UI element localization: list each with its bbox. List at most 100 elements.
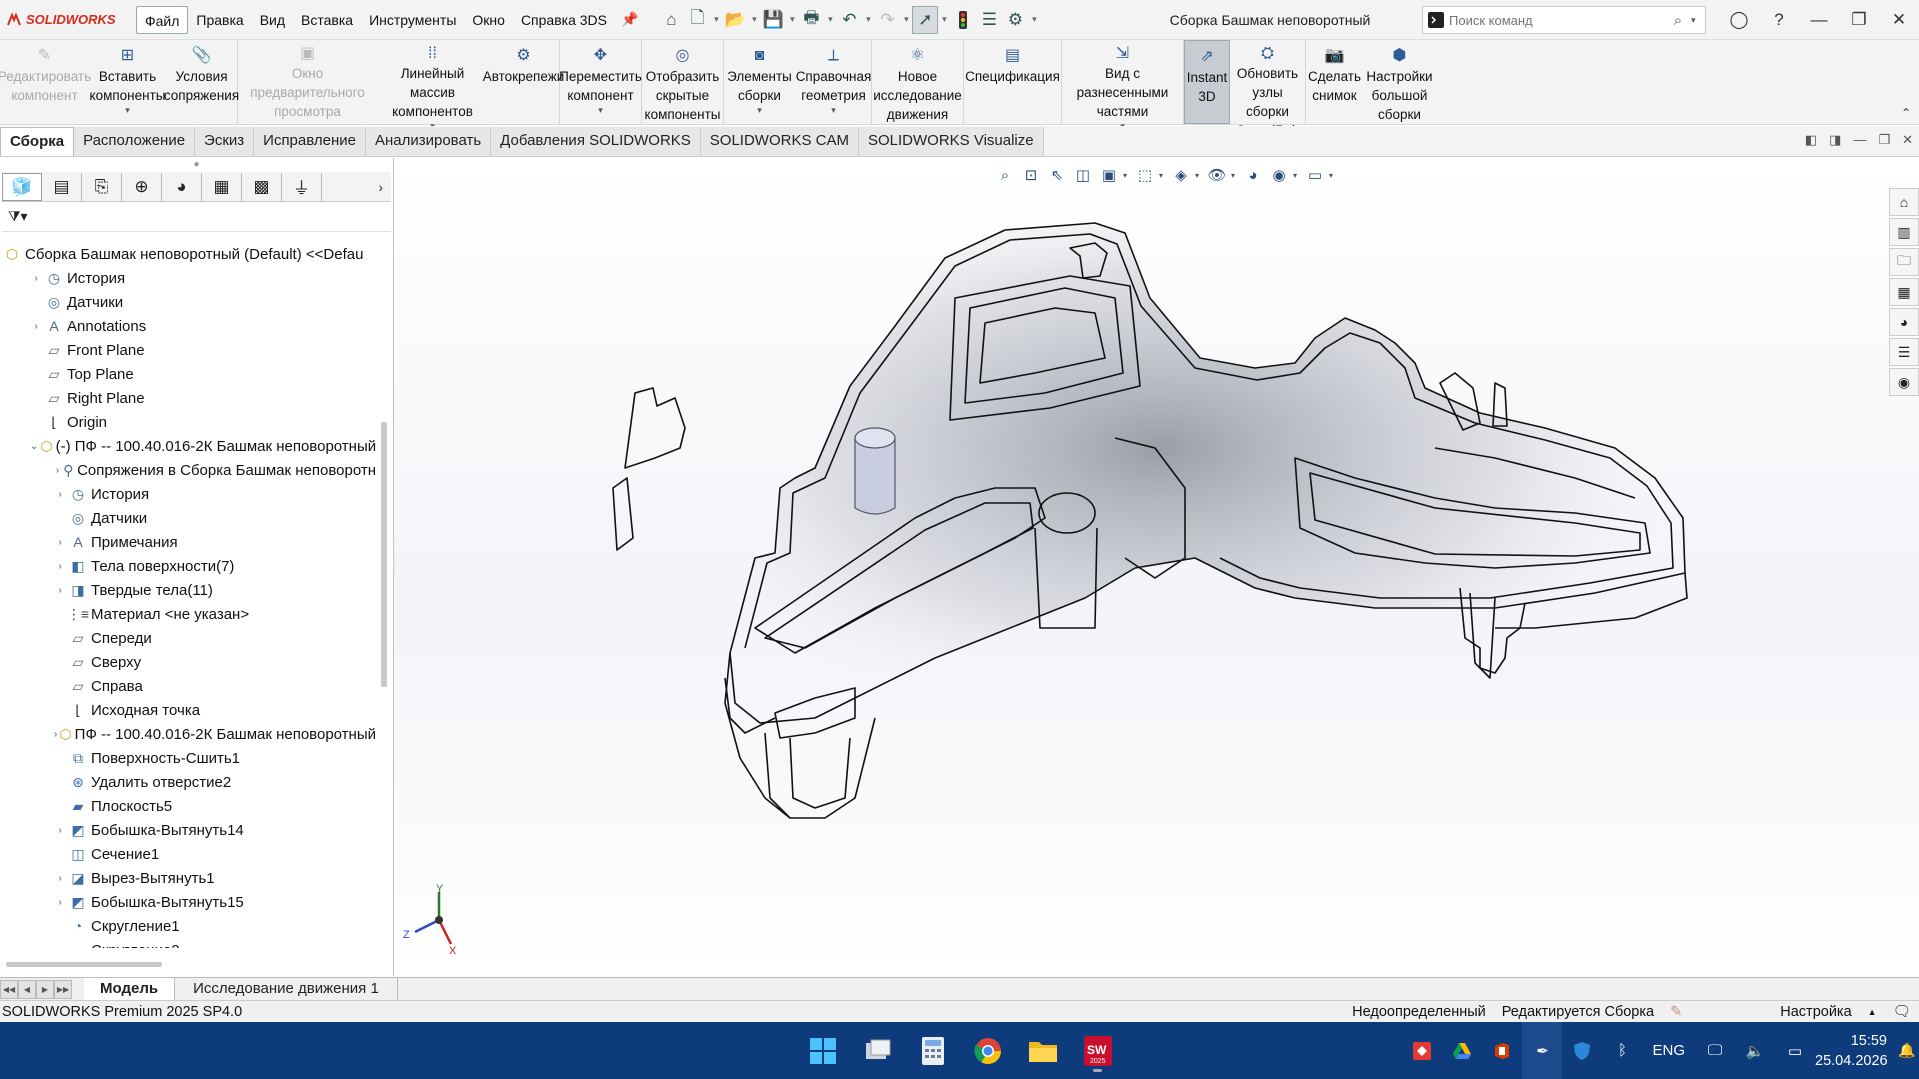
expand-arrow-icon[interactable]: › — [54, 489, 66, 500]
expand-arrow-icon[interactable]: › — [54, 537, 66, 548]
ribbon-dropdown-icon[interactable]: ▾ — [831, 105, 836, 115]
command-tab[interactable]: SOLIDWORKS Visualize — [858, 127, 1044, 156]
doc-restore-icon[interactable]: ❐ — [1878, 132, 1890, 148]
menu-item[interactable]: Вставка — [293, 6, 361, 34]
ribbon-button[interactable]: ▤ Спецификация — [964, 40, 1062, 124]
command-tab[interactable]: Исправление — [254, 127, 366, 156]
command-tab[interactable]: Эскиз — [195, 127, 255, 156]
search-input[interactable] — [1449, 12, 1665, 28]
tree-item[interactable]: ▱ Top Plane — [0, 362, 376, 386]
tree-item[interactable]: › A Annotations — [0, 314, 376, 338]
collapse-ribbon-icon[interactable]: ⌃ — [1901, 106, 1911, 120]
solidworks-resources-icon[interactable]: ⌂ — [1889, 188, 1919, 216]
ribbon-button[interactable]: ⬢ Настройки большой сборки — [1364, 40, 1436, 124]
print-dropdown-icon[interactable]: ▾ — [824, 14, 836, 25]
tree-item[interactable]: ⬡ Сборка Башмак неповоротный (Default) <<… — [0, 242, 376, 266]
battery-icon[interactable]: ▭ — [1775, 1022, 1815, 1079]
tree-item[interactable]: › ◩ Бобышка-Вытянуть14 — [0, 818, 376, 842]
network-icon[interactable]: 🖵 — [1695, 1022, 1735, 1079]
redo-icon[interactable]: ↷ — [874, 6, 900, 34]
pen-icon[interactable]: ✒ — [1522, 1022, 1563, 1079]
model-wireframe[interactable] — [395, 158, 1919, 976]
options-dropdown-icon[interactable]: ▾ — [1028, 14, 1040, 25]
file-properties-icon[interactable]: ☰ — [976, 6, 1002, 34]
tree-item[interactable]: ▱ Right Plane — [0, 386, 376, 410]
calculator-icon[interactable] — [910, 1028, 955, 1073]
dimxpert-tab-icon[interactable]: ⊕ — [122, 172, 162, 201]
help-icon[interactable]: ? — [1759, 0, 1799, 40]
menu-item[interactable]: Файл — [136, 5, 189, 34]
tree-item[interactable]: › ⬡ ПФ -- 100.40.016-2К Башмак неповоротны… — [0, 722, 376, 746]
tree-item[interactable]: › ◩ Бобышка-Вытянуть15 — [0, 890, 376, 914]
tree-item[interactable]: › ◨ Твердые тела(11) — [0, 578, 376, 602]
ribbon-dropdown-icon[interactable]: ▾ — [125, 105, 130, 115]
ribbon-button[interactable]: ◎ Отобразить скрытые компоненты — [642, 40, 724, 124]
design-library-icon[interactable]: ▥ — [1889, 218, 1919, 246]
chat-icon[interactable]: 🗨 — [1885, 1003, 1919, 1020]
notifications-icon[interactable]: 🔔 — [1895, 1022, 1919, 1079]
filter-icon[interactable]: ⧩▾ — [8, 208, 28, 225]
close-icon[interactable]: ✕ — [1879, 0, 1919, 40]
save-icon[interactable]: 💾 — [760, 6, 786, 34]
ribbon-button[interactable]: ✥ Переместить компонент ▾ — [559, 40, 642, 124]
undo-dropdown-icon[interactable]: ▾ — [862, 14, 874, 25]
solidworks-taskbar-icon[interactable]: SW 2025 — [1075, 1028, 1120, 1073]
file-explorer-icon[interactable]: 🗀 — [1889, 248, 1919, 276]
tree-item[interactable]: ⧉ Поверхность-Сшить1 — [0, 746, 376, 770]
print-icon[interactable]: 🖶 — [798, 6, 824, 34]
tree-item[interactable]: ▱ Спереди — [0, 626, 376, 650]
tree-item[interactable]: ▰ Плоскость5 — [0, 794, 376, 818]
tree-item[interactable]: ◔Скругление2 — [0, 938, 376, 949]
new-dropdown-icon[interactable]: ▾ — [710, 14, 722, 25]
expand-arrow-icon[interactable]: › — [54, 825, 66, 836]
tree-item[interactable]: ◎ Датчики — [0, 506, 376, 530]
tree-item[interactable]: › ◷ История — [0, 482, 376, 506]
file-explorer-taskbar-icon[interactable] — [1020, 1028, 1065, 1073]
command-search[interactable]: ⌕ ▾ — [1422, 6, 1706, 34]
tile-right-icon[interactable]: ◨ — [1829, 132, 1841, 148]
tree-vertical-scrollbar[interactable] — [381, 422, 387, 687]
command-tab[interactable]: Добавления SOLIDWORKS — [491, 127, 701, 156]
model-tab[interactable]: Модель — [84, 977, 176, 1001]
tree-item[interactable]: ⊛ Удалить отверстие2 — [0, 770, 376, 794]
tree-filter[interactable]: ⧩▾ — [2, 202, 391, 232]
bluetooth-icon[interactable]: ᛒ — [1602, 1022, 1642, 1079]
command-tab[interactable]: Анализировать — [365, 127, 492, 156]
select-cursor-icon[interactable]: ➚ — [912, 5, 939, 34]
expand-arrow-icon[interactable]: › — [30, 273, 42, 284]
minimize-icon[interactable]: — — [1799, 0, 1839, 40]
menu-item[interactable]: Окно — [464, 6, 513, 34]
tree-item[interactable]: ⌊ Исходная точка — [0, 698, 376, 722]
unit-system[interactable]: Настройка — [1690, 1004, 1859, 1020]
options-gear-icon[interactable]: ⚙ — [1002, 6, 1028, 34]
solidworks-logo[interactable]: SOLIDWORKS — [0, 0, 136, 40]
graphics-area[interactable]: ⌕ ⊡ ⇖ ◫ ▣ ▾ ⬚ ▾ ◈ ▾ 👁 ▾ ◕ ◉ ▾ ▭ ▾ ⌂ ▥ 🗀 … — [395, 158, 1919, 976]
quick-tips-icon[interactable]: ✎ — [1662, 1004, 1690, 1020]
command-tab[interactable]: Сборка — [0, 127, 75, 156]
tree-item[interactable]: ◎ Датчики — [0, 290, 376, 314]
ribbon-button[interactable]: ◙ Элементы сборки ▾ — [724, 40, 796, 124]
undo-icon[interactable]: ↶ — [836, 6, 862, 34]
command-tab[interactable]: Расположение — [74, 127, 196, 156]
next-tab-icon[interactable]: ▶ — [36, 979, 54, 999]
ribbon-button[interactable]: ⇲Вид с разнесенными частями▾ — [1062, 40, 1184, 131]
redo-dropdown-icon[interactable]: ▾ — [900, 14, 912, 25]
anydesk-icon[interactable] — [1402, 1022, 1442, 1079]
menu-item[interactable]: Правка — [188, 6, 251, 34]
open-dropdown-icon[interactable]: ▾ — [748, 14, 760, 25]
prev-tab-icon[interactable]: ◀ — [18, 979, 36, 999]
menu-item[interactable]: Вид — [252, 6, 293, 34]
menu-item[interactable]: Инструменты — [361, 6, 464, 34]
tree-item[interactable]: ▱ Front Plane — [0, 338, 376, 362]
ribbon-button[interactable]: ⚛ Новое исследование движения — [872, 40, 964, 124]
ribbon-button[interactable]: 📎 Условия сопряжения — [164, 40, 239, 124]
ribbon-button[interactable]: ⛭Обновить узлы сборки SpeedPak — [1230, 40, 1306, 138]
ribbon-dropdown-icon[interactable]: ▾ — [757, 105, 762, 115]
windows-start-icon[interactable] — [800, 1028, 845, 1073]
ribbon-button[interactable]: 📷 Сделать снимок — [1306, 40, 1364, 124]
pin-menu-icon[interactable]: 📌 — [615, 11, 644, 28]
tree-item[interactable]: ▱ Сверху — [0, 650, 376, 674]
pin-component[interactable] — [854, 427, 896, 515]
volume-icon[interactable]: 🔈 — [1735, 1022, 1775, 1079]
tree-item[interactable]: ▱ Справа — [0, 674, 376, 698]
